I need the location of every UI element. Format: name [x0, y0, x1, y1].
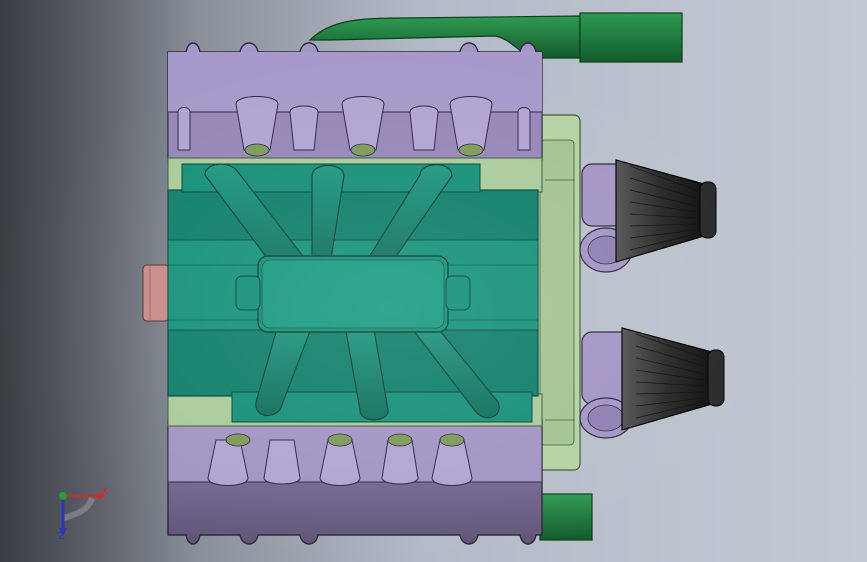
- exhaust-pipe-bottom: [539, 493, 593, 541]
- air-filter-lower: [579, 327, 725, 439]
- z-axis-label: Z: [58, 531, 65, 542]
- cylinder-head-bottom: [167, 419, 543, 545]
- graphics-viewport[interactable]: X Z: [0, 0, 867, 562]
- intake-plenum: [235, 255, 471, 333]
- cylinder-head-top: [167, 42, 543, 161]
- crank-pulley: [142, 264, 170, 322]
- engine-model[interactable]: [0, 0, 867, 562]
- air-filter-upper: [579, 159, 717, 273]
- x-axis-label: X: [101, 486, 108, 497]
